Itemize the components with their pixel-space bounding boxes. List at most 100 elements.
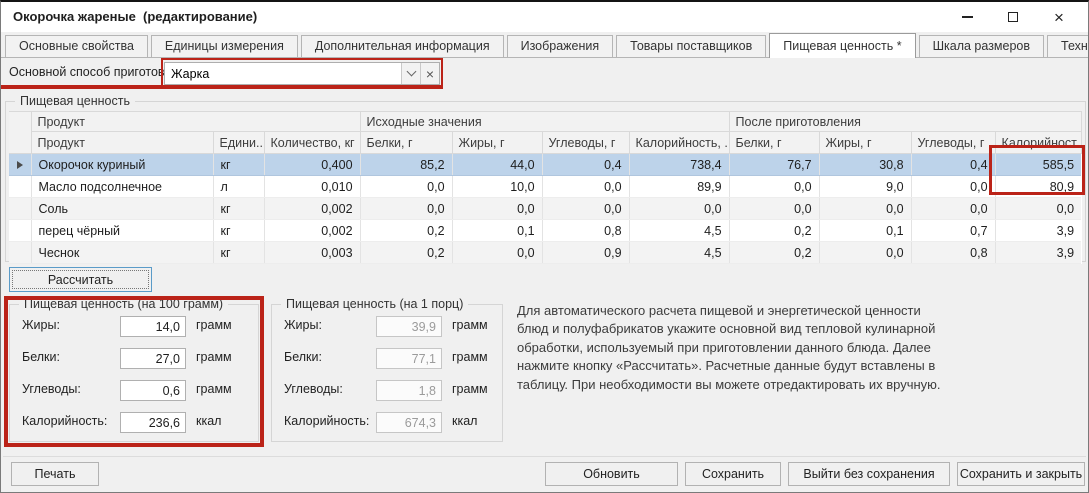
cell-qty[interactable]: 0,010 [264,176,360,198]
cell[interactable]: 10,0 [452,176,542,198]
cell-product[interactable]: Окорочок куриный [31,154,213,176]
cell-unit[interactable]: кг [213,154,264,176]
cell[interactable]: 44,0 [452,154,542,176]
col-carbs-src[interactable]: Углеводы, г [542,132,629,154]
cell[interactable]: 0,0 [911,176,995,198]
cell[interactable]: 4,5 [629,242,729,264]
fats-per-100g-field[interactable] [120,316,186,337]
col-fats-src[interactable]: Жиры, г [452,132,542,154]
col-carbs-after[interactable]: Углеводы, г [911,132,995,154]
cell-qty[interactable]: 0,002 [264,198,360,220]
col-proteins-src[interactable]: Белки, г [360,132,452,154]
carbs-label: Углеводы: [22,382,81,396]
table-row[interactable]: Масло подсолнечное л 0,010 0,0 10,0 0,0 … [9,176,1081,198]
cell[interactable]: 0,1 [452,220,542,242]
cooking-method-dropdown-button[interactable] [401,63,420,84]
cell-product[interactable]: Соль [31,198,213,220]
cell-qty[interactable]: 0,400 [264,154,360,176]
tab-supplier-goods[interactable]: Товары поставщиков [616,35,766,57]
calculate-button[interactable]: Рассчитать [9,267,152,292]
cell[interactable]: 0,8 [911,242,995,264]
save-button[interactable]: Сохранить [685,462,781,486]
cell[interactable]: 9,0 [819,176,911,198]
tab-additional-info[interactable]: Дополнительная информация [301,35,504,57]
cell[interactable]: 4,5 [629,220,729,242]
cell[interactable]: 0,0 [542,198,629,220]
cell[interactable]: 85,2 [360,154,452,176]
cell-product[interactable]: Чеснок [31,242,213,264]
cell[interactable]: 0,8 [542,220,629,242]
cell[interactable]: 0,0 [452,198,542,220]
col-product[interactable]: Продукт [31,132,213,154]
cell[interactable]: 0,0 [452,242,542,264]
save-and-close-button[interactable]: Сохранить и закрыть [957,462,1085,486]
cooking-method-combobox[interactable]: × [164,62,440,85]
cell[interactable]: 76,7 [729,154,819,176]
cell-calories-after[interactable]: 0,0 [995,198,1081,220]
table-row[interactable]: перец чёрный кг 0,002 0,2 0,1 0,8 4,5 0,… [9,220,1081,242]
tab-tech-cards[interactable]: Технологические карты [1047,35,1089,57]
col-fats-after[interactable]: Жиры, г [819,132,911,154]
table-row[interactable]: Соль кг 0,002 0,0 0,0 0,0 0,0 0,0 0,0 0,… [9,198,1081,220]
cell[interactable]: 0,0 [542,176,629,198]
cell[interactable]: 0,0 [729,176,819,198]
cell[interactable]: 0,0 [629,198,729,220]
cell-unit[interactable]: кг [213,198,264,220]
col-quantity[interactable]: Количество, кг [264,132,360,154]
tab-main-properties[interactable]: Основные свойства [5,35,148,57]
cell[interactable]: 0,9 [542,242,629,264]
minimize-icon [962,16,973,18]
cooking-method-clear-button[interactable]: × [420,63,439,84]
cell-qty[interactable]: 0,003 [264,242,360,264]
selected-row-arrow-icon [9,154,31,176]
cell[interactable]: 0,4 [542,154,629,176]
cell[interactable]: 30,8 [819,154,911,176]
cell-unit[interactable]: кг [213,242,264,264]
col-unit[interactable]: Едини... [213,132,264,154]
cell[interactable]: 738,4 [629,154,729,176]
col-calories-src[interactable]: Калорийность, ... [629,132,729,154]
cell[interactable]: 0,0 [911,198,995,220]
tab-nutrition-value[interactable]: Пищевая ценность * [769,33,915,58]
cooking-method-input[interactable] [165,63,401,84]
cell[interactable]: 0,2 [360,220,452,242]
cell[interactable]: 0,0 [819,242,911,264]
cell-calories-after[interactable]: 3,9 [995,242,1081,264]
col-proteins-after[interactable]: Белки, г [729,132,819,154]
calories-per-100g-field[interactable] [120,412,186,433]
cell[interactable]: 0,0 [360,176,452,198]
tab-size-scale[interactable]: Шкала размеров [919,35,1044,57]
cell-calories-after[interactable]: 585,5 [995,154,1081,176]
exit-without-saving-button[interactable]: Выйти без сохранения [788,462,950,486]
cell[interactable]: 0,2 [729,220,819,242]
close-button[interactable]: × [1036,2,1082,32]
tab-images[interactable]: Изображения [507,35,614,57]
cell-qty[interactable]: 0,002 [264,220,360,242]
cell[interactable]: 0,0 [819,198,911,220]
col-calories-after[interactable]: Калорийност... [995,132,1081,154]
cell-unit[interactable]: кг [213,220,264,242]
maximize-icon [1008,12,1018,22]
cell[interactable]: 0,1 [819,220,911,242]
cell-calories-after[interactable]: 3,9 [995,220,1081,242]
minimize-button[interactable] [944,2,990,32]
cell-calories-after[interactable]: 80,9 [995,176,1081,198]
cell[interactable]: 0,4 [911,154,995,176]
tab-units[interactable]: Единицы измерения [151,35,298,57]
proteins-per-100g-field[interactable] [120,348,186,369]
cell[interactable]: 0,7 [911,220,995,242]
print-button[interactable]: Печать [11,462,99,486]
cell-product[interactable]: Масло подсолнечное [31,176,213,198]
carbs-per-100g-field[interactable] [120,380,186,401]
cell[interactable]: 0,2 [360,242,452,264]
cell[interactable]: 0,0 [360,198,452,220]
refresh-button[interactable]: Обновить [545,462,678,486]
cell[interactable]: 0,0 [729,198,819,220]
cell-product[interactable]: перец чёрный [31,220,213,242]
maximize-button[interactable] [990,2,1036,32]
table-row[interactable]: Чеснок кг 0,003 0,2 0,0 0,9 4,5 0,2 0,0 … [9,242,1081,264]
cell-unit[interactable]: л [213,176,264,198]
cell[interactable]: 0,2 [729,242,819,264]
table-row[interactable]: Окорочок куриный кг 0,400 85,2 44,0 0,4 … [9,154,1081,176]
cell[interactable]: 89,9 [629,176,729,198]
